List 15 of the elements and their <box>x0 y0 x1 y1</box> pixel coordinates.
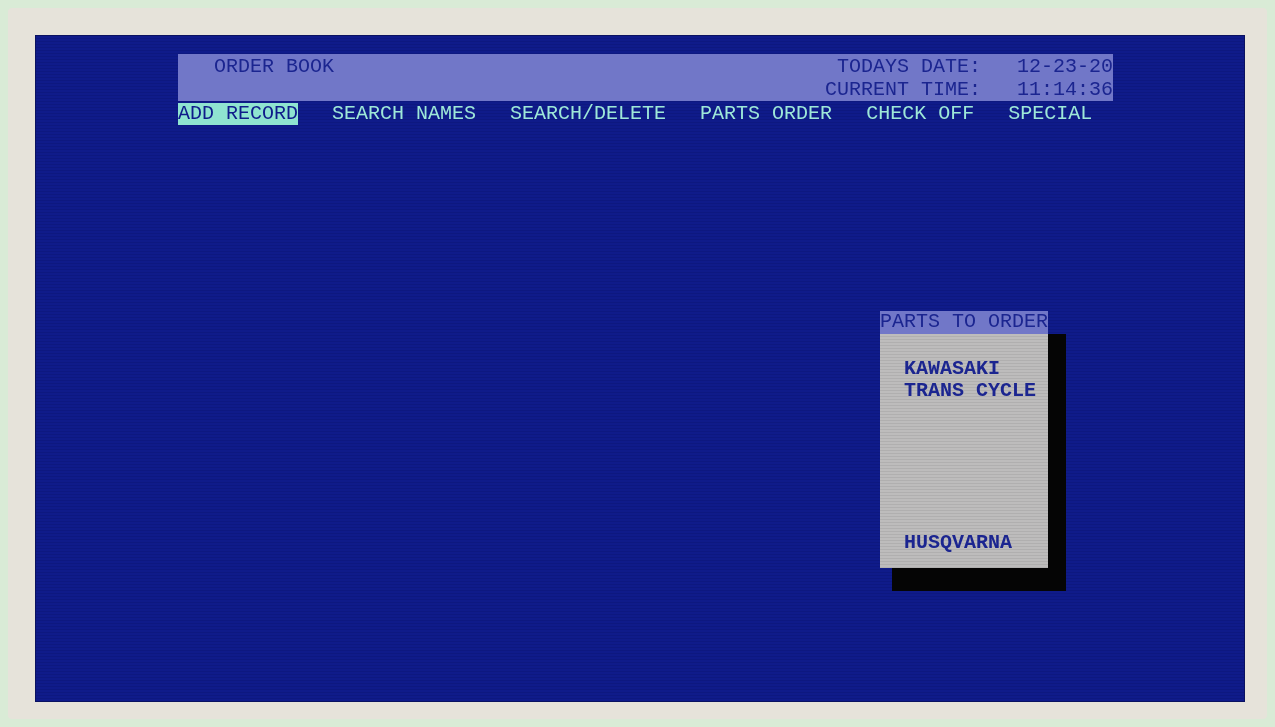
part-entry: HUSQVARNA <box>904 532 1014 554</box>
date-label: TODAYS DATE: <box>836 56 981 79</box>
date-value: 12-23-20 <box>1017 56 1113 79</box>
time-value: 11:14:36 <box>1017 78 1113 101</box>
time-label: CURRENT TIME: <box>824 78 981 101</box>
part-entry: KAWASAKI <box>904 358 1001 380</box>
panel-title: PARTS TO ORDER <box>880 311 1048 334</box>
app-title: ORDER BOOK <box>214 56 335 80</box>
menu-item[interactable]: ADD RECORD <box>178 103 299 125</box>
menu-item[interactable]: CHECK OFF <box>866 103 975 125</box>
menu-item[interactable]: SEARCH NAMES <box>332 103 477 125</box>
menu-item[interactable]: SEARCH/DELETE <box>510 103 667 125</box>
menu-item[interactable]: PARTS ORDER <box>700 103 833 125</box>
menu-item[interactable]: SPECIAL <box>1008 103 1093 125</box>
part-entry: TRANS CYCLE <box>904 380 1038 402</box>
